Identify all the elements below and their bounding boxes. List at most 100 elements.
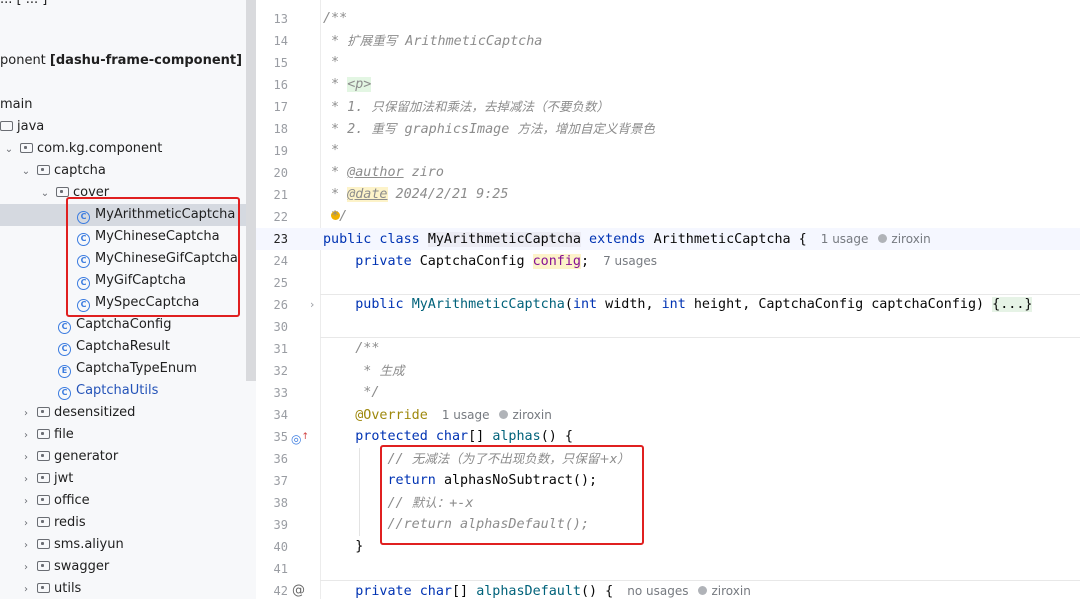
code-line-13[interactable]: /** [323, 8, 347, 30]
package-icon [37, 561, 50, 571]
chevron-down-icon[interactable]: ⌄ [4, 139, 14, 161]
usage-hint[interactable]: no usages [627, 584, 688, 598]
chevron-down-icon[interactable]: ⌄ [40, 183, 50, 205]
usage-hint[interactable]: 1 usage [821, 232, 869, 246]
chevron-right-icon[interactable]: › [21, 535, 31, 557]
code-line-20[interactable]: * @author ziro [323, 162, 444, 184]
tree-row-main[interactable]: main [0, 94, 246, 116]
code-line-32[interactable]: * 生成 [323, 360, 404, 382]
code-line-21[interactable]: * @date 2024/2/21 9:25 [323, 184, 508, 206]
override-method-icon[interactable]: ◎↑ [291, 426, 309, 448]
line-number: 34 [273, 408, 288, 422]
class-icon: C [58, 321, 71, 334]
enum-icon: E [58, 365, 71, 378]
usage-hint[interactable]: 1 usage [442, 408, 490, 422]
author-hint[interactable]: ziroxin [688, 584, 751, 598]
tree-row-captchatypeenum[interactable]: E CaptchaTypeEnum [0, 358, 246, 380]
code-line-23[interactable]: public class MyArithmeticCaptcha extends… [323, 228, 931, 250]
highlight-box-cover-classes [66, 197, 240, 317]
tree-row-swagger[interactable]: › swagger [0, 556, 246, 578]
line-number: 21 [273, 188, 288, 202]
sidebar-scrollbar[interactable] [246, 0, 256, 381]
code-line-26[interactable]: public MyArithmeticCaptcha(int width, in… [323, 294, 1033, 316]
line-number: 31 [273, 342, 288, 356]
tree-row-java[interactable]: java [0, 116, 246, 138]
line-number: 13 [273, 12, 288, 26]
code-line-19[interactable]: * [323, 140, 339, 162]
package-icon [37, 451, 50, 461]
code-line-22[interactable]: */ [323, 206, 347, 228]
highlight-box-alphas-body [380, 445, 644, 545]
tree-row-com-kg-component[interactable]: ⌄ com.kg.component [0, 138, 246, 160]
chevron-right-icon[interactable]: › [21, 403, 31, 425]
code-line-40[interactable]: } [323, 536, 363, 558]
person-icon [878, 234, 888, 243]
author-hint[interactable]: ziroxin [868, 232, 931, 246]
line-number: 35 [273, 430, 288, 444]
tree-row-module[interactable]: ponent [dashu-frame-component] [0, 50, 246, 72]
class-icon: C [58, 387, 71, 400]
tree-row-generator[interactable]: › generator [0, 446, 246, 468]
line-number: 41 [273, 562, 288, 576]
package-icon [37, 429, 50, 439]
package-icon [37, 165, 50, 175]
tree-row-captchautils[interactable]: C CaptchaUtils [0, 380, 246, 402]
code-line-34[interactable]: @Override 1 usage ziroxin [323, 404, 552, 426]
class-icon: C [58, 343, 71, 356]
tree-row-jwt[interactable]: › jwt [0, 468, 246, 490]
line-number: 30 [273, 320, 288, 334]
line-number: 37 [273, 474, 288, 488]
folded-code-block[interactable]: {...} [992, 297, 1033, 312]
tree-row-truncated: ... [ ... ] [0, 0, 246, 11]
chevron-right-icon[interactable]: › [21, 469, 31, 491]
package-icon [37, 495, 50, 505]
line-number: 22 [273, 210, 288, 224]
usage-hint[interactable]: 7 usages [603, 254, 657, 268]
tree-row-captcharesult[interactable]: C CaptchaResult [0, 336, 246, 358]
tree-row-captchaconfig[interactable]: C CaptchaConfig [0, 314, 246, 336]
package-icon [37, 539, 50, 549]
package-icon [56, 187, 69, 197]
tree-row-office[interactable]: › office [0, 490, 246, 512]
tree-row-redis[interactable]: › redis [0, 512, 246, 534]
line-number: 18 [273, 122, 288, 136]
code-line-15[interactable]: * [323, 52, 339, 74]
line-number: 19 [273, 144, 288, 158]
author-hint[interactable]: ziroxin [489, 408, 552, 422]
chevron-right-icon[interactable]: › [21, 579, 31, 599]
line-number: 20 [273, 166, 288, 180]
chevron-down-icon[interactable]: ⌄ [21, 161, 31, 183]
chevron-right-icon[interactable]: › [21, 491, 31, 513]
fold-chevron-icon[interactable]: › [310, 294, 314, 316]
line-number: 36 [273, 452, 288, 466]
tree-label: main [0, 97, 33, 112]
code-line-17[interactable]: * 1. 只保留加法和乘法，去掉减法（不要负数） [323, 96, 609, 118]
chevron-right-icon[interactable]: › [21, 557, 31, 579]
person-icon [499, 410, 509, 419]
line-number: 16 [273, 78, 288, 92]
package-icon [37, 473, 50, 483]
line-number-current: 23 [273, 232, 288, 246]
tree-row-sms-aliyun[interactable]: › sms.aliyun [0, 534, 246, 556]
line-number: 15 [273, 56, 288, 70]
line-number: 26 [273, 298, 288, 312]
code-line-24[interactable]: private CaptchaConfig config; 7 usages [323, 250, 657, 272]
tree-row-captcha[interactable]: ⌄ captcha [0, 160, 246, 182]
tree-row-utils[interactable]: › utils [0, 578, 246, 599]
code-line-18[interactable]: * 2. 重写 graphicsImage 方法，增加自定义背景色 [323, 118, 655, 140]
tree-row-desensitized[interactable]: › desensitized [0, 402, 246, 424]
line-number: 38 [273, 496, 288, 510]
line-number: 17 [273, 100, 288, 114]
package-icon [37, 583, 50, 593]
code-line-33[interactable]: */ [323, 382, 379, 404]
chevron-right-icon[interactable]: › [21, 513, 31, 535]
folder-icon [0, 121, 13, 131]
code-line-14[interactable]: * 扩展重写 ArithmeticCaptcha [323, 30, 542, 52]
tree-row-file[interactable]: › file [0, 424, 246, 446]
code-line-16[interactable]: * <p> [323, 74, 372, 96]
chevron-right-icon[interactable]: › [21, 447, 31, 469]
chevron-right-icon[interactable]: › [21, 425, 31, 447]
person-icon [698, 586, 708, 595]
code-line-31[interactable]: /** [323, 338, 379, 360]
line-number: 39 [273, 518, 288, 532]
